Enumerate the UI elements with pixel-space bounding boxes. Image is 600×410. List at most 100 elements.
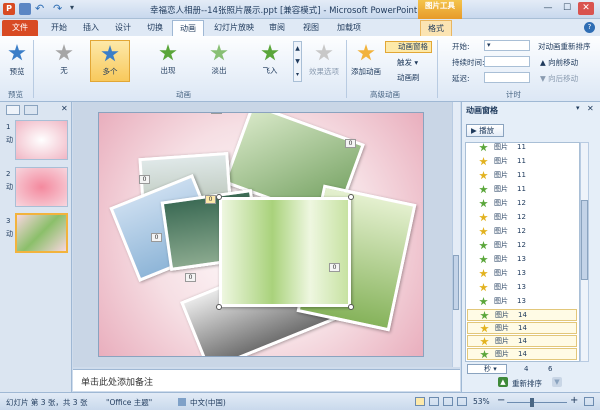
timeline-seconds-dropdown[interactable]: 秒 ▾ — [467, 364, 507, 374]
list-scroll-thumb[interactable] — [581, 200, 588, 280]
fade-effect-icon — [479, 199, 488, 208]
animation-item[interactable]: 图片 13 — [467, 296, 577, 308]
trigger-button[interactable]: 触发 ▾ — [397, 57, 418, 68]
redo-icon[interactable]: ↷ — [53, 3, 65, 15]
reorder-down-icon[interactable]: ▼ — [552, 377, 562, 387]
animation-order-tag: 0 — [151, 233, 162, 242]
zoom-out-button[interactable]: − — [497, 395, 505, 406]
zoom-level[interactable]: 53% — [473, 397, 490, 406]
slide-sorter-button[interactable] — [429, 397, 439, 406]
animation-item-selected[interactable]: 图片 14 — [467, 309, 577, 321]
delay-spinner[interactable] — [484, 72, 530, 83]
selection-handle[interactable] — [216, 304, 222, 310]
tab-slideshow[interactable]: 幻灯片放映 — [207, 20, 261, 36]
zoom-in-button[interactable]: + — [570, 395, 578, 406]
selection-handle[interactable] — [216, 194, 222, 200]
animation-item[interactable]: 图片 13 — [467, 254, 577, 266]
slide-number: 3 — [6, 217, 11, 225]
pane-close-icon[interactable]: ✕ — [587, 104, 594, 113]
maximize-button[interactable]: ☐ — [559, 2, 575, 15]
animation-item[interactable]: 图片 11 — [467, 156, 577, 168]
move-earlier-button[interactable]: ▲ 向前移动 — [540, 57, 578, 68]
slide-canvas[interactable]: 0 0 0 0 0 0 0 — [98, 112, 424, 357]
customize-qat-icon[interactable]: ▾ — [70, 3, 78, 15]
start-dropdown[interactable]: ▾ — [484, 40, 530, 51]
minimize-button[interactable]: — — [540, 2, 556, 15]
effect-multiple-star-icon — [101, 45, 119, 62]
pane-menu-icon[interactable]: ▾ — [576, 104, 580, 112]
animation-item[interactable]: 图片 11 — [467, 142, 577, 154]
help-icon[interactable]: ? — [584, 22, 595, 33]
effect-none[interactable]: 无 — [44, 40, 84, 82]
animation-item-selected[interactable]: 图片 14 — [467, 322, 577, 334]
animation-item[interactable]: 图片 12 — [467, 240, 577, 252]
animation-order-tag: 0 — [185, 273, 196, 282]
slides-tab[interactable] — [6, 105, 20, 115]
tab-review[interactable]: 审阅 — [262, 20, 292, 36]
normal-view-button[interactable] — [415, 397, 425, 406]
tab-transitions[interactable]: 切换 — [140, 20, 170, 36]
fit-window-icon[interactable] — [584, 397, 594, 406]
slideshow-button[interactable] — [457, 397, 467, 406]
close-button[interactable]: ✕ — [578, 2, 594, 15]
undo-icon[interactable]: ↶ — [35, 3, 47, 15]
slide-thumbnail-2[interactable] — [15, 167, 68, 207]
effect-multiple[interactable]: 多个 — [90, 40, 130, 82]
selection-handle[interactable] — [348, 304, 354, 310]
powerpoint-logo-icon: P — [3, 3, 15, 15]
tab-home[interactable]: 开始 — [44, 20, 74, 36]
duration-spinner[interactable] — [484, 56, 530, 67]
animation-item[interactable]: 图片 13 — [467, 268, 577, 280]
animation-item-selected[interactable]: 图片 14 — [467, 348, 577, 360]
animation-item[interactable]: 图片 11 — [467, 170, 577, 182]
language-status[interactable]: 中文(中国) — [190, 397, 226, 408]
fade-effect-icon — [479, 255, 488, 264]
tab-file[interactable]: 文件 — [2, 20, 38, 36]
effect-fly-in[interactable]: 飞入 — [250, 40, 290, 82]
animation-order-tag: 0 — [205, 195, 216, 204]
slide-thumbnail-3[interactable] — [15, 213, 68, 253]
slide-thumbnail-1[interactable] — [15, 120, 68, 160]
reorder-up-icon[interactable]: ▲ — [498, 377, 508, 387]
tab-design[interactable]: 设计 — [108, 20, 138, 36]
outline-tab[interactable] — [24, 105, 38, 115]
animation-item[interactable]: 图片 13 — [467, 282, 577, 294]
status-bar: 幻灯片 第 3 张，共 3 张 "Office 主题" 中文(中国) 53% −… — [0, 392, 600, 410]
effect-appear[interactable]: 出现 — [148, 40, 188, 82]
notes-pane[interactable]: 单击此处添加备注 — [73, 369, 460, 391]
tab-format[interactable]: 格式 — [420, 20, 452, 36]
animation-pane-button[interactable]: 动画窗格 — [385, 41, 432, 53]
zoom-slider[interactable] — [507, 402, 567, 403]
close-pane-icon[interactable]: ✕ — [61, 104, 68, 113]
effect-fade[interactable]: 淡出 — [199, 40, 239, 82]
delay-label: 延迟: — [452, 74, 470, 83]
tab-animations[interactable]: 动画 — [172, 20, 204, 36]
play-button[interactable]: ▶ 播放 — [466, 124, 504, 137]
add-animation-button[interactable]: 添加动画 — [350, 40, 382, 84]
animation-item-selected[interactable]: 图片 14 — [467, 335, 577, 347]
preview-button[interactable]: 预览 — [4, 40, 30, 84]
emphasis-effect-icon — [479, 227, 488, 236]
save-icon[interactable] — [19, 3, 31, 15]
tab-addins[interactable]: 加载项 — [330, 20, 368, 36]
animation-item[interactable]: 图片 12 — [467, 226, 577, 238]
move-later-button[interactable]: ▼ 向后移动 — [540, 73, 578, 84]
animation-painter-button[interactable]: 动画刷 — [397, 72, 420, 83]
scrollbar-thumb[interactable] — [453, 255, 459, 310]
tab-insert[interactable]: 插入 — [76, 20, 106, 36]
effect-gallery-scroll[interactable]: ▲ ▼ ▾ — [293, 41, 302, 82]
reading-view-button[interactable] — [443, 397, 453, 406]
timeline-scale-end: 6 — [548, 365, 553, 373]
selection-handle[interactable] — [348, 194, 354, 200]
animation-item[interactable]: 图片 11 — [467, 184, 577, 196]
animation-pane-label: 动画窗格 — [398, 42, 428, 51]
effect-options-button[interactable]: 效果选项 — [306, 40, 342, 84]
zoom-slider-thumb[interactable] — [530, 398, 534, 407]
animation-item[interactable]: 图片 12 — [467, 198, 577, 210]
photo-selected-grass[interactable] — [219, 197, 351, 307]
slide-count-status: 幻灯片 第 3 张，共 3 张 — [6, 398, 88, 407]
animation-pane-title: 动画窗格 — [466, 106, 498, 115]
animation-item[interactable]: 图片 12 — [467, 212, 577, 224]
vertical-scrollbar[interactable] — [452, 102, 460, 367]
tab-view[interactable]: 视图 — [296, 20, 326, 36]
